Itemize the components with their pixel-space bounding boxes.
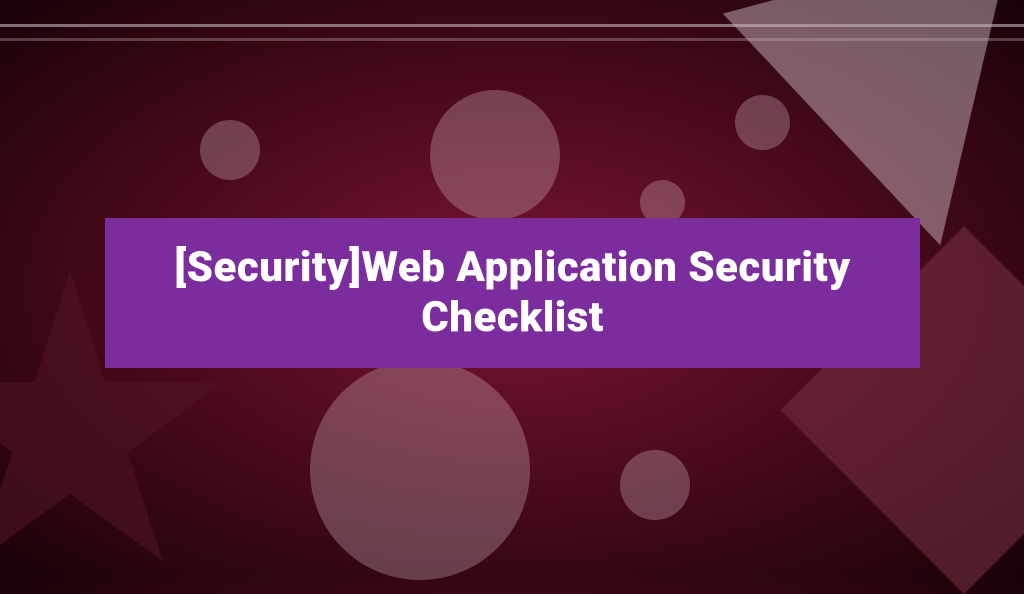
- circle-shape-6: [620, 450, 690, 520]
- title-banner: [Security]Web Application Security Check…: [105, 218, 920, 368]
- circle-shape-1: [200, 120, 260, 180]
- banner-title: [Security]Web Application Security Check…: [145, 243, 880, 344]
- circle-shape-2: [430, 90, 560, 220]
- circle-shape-4: [735, 95, 790, 150]
- circle-shape-5: [310, 360, 530, 580]
